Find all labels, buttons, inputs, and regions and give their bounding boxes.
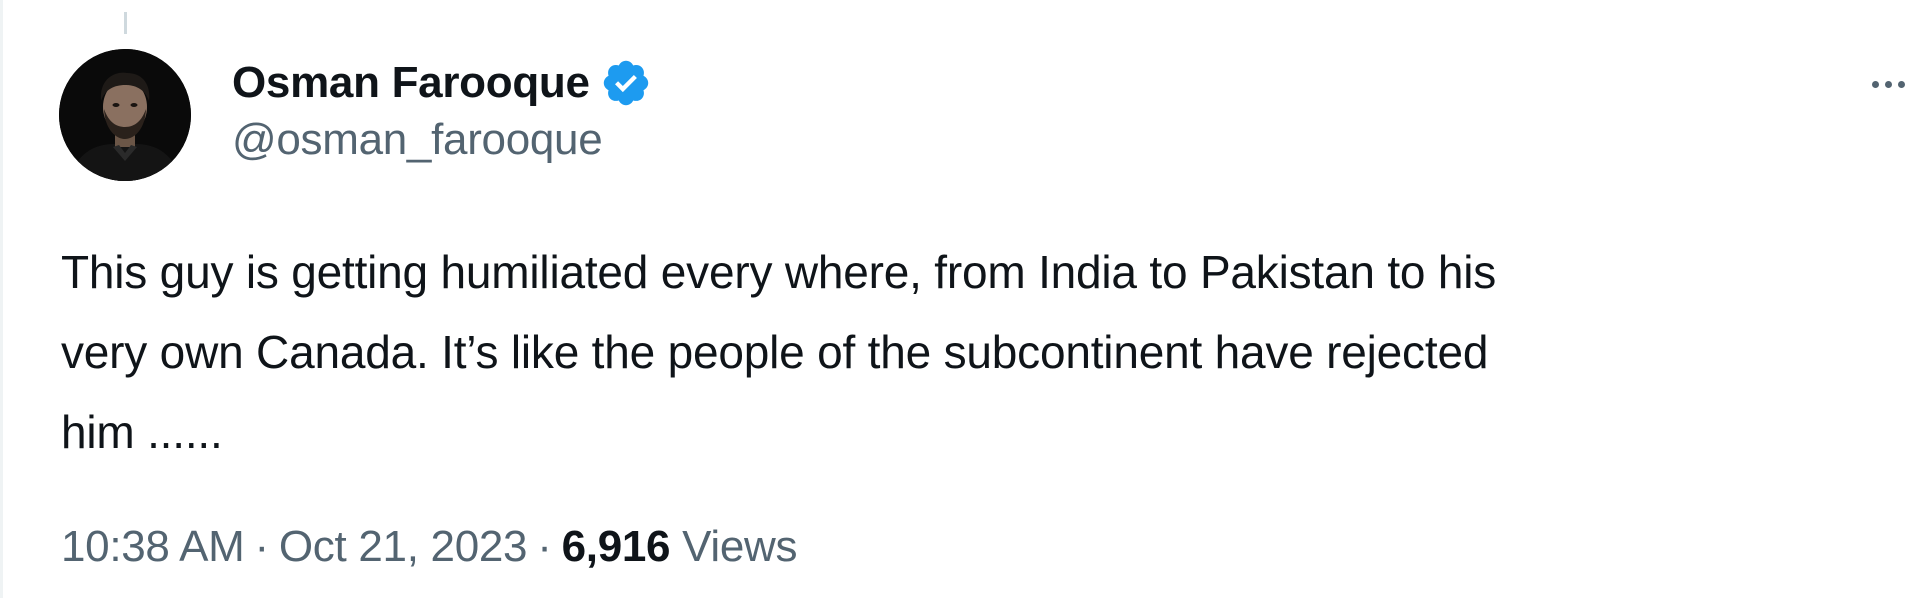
views-label: Views <box>682 522 798 571</box>
tweet-meta: 10:38 AM · Oct 21, 2023 · 6,916 Views <box>61 522 798 572</box>
views-count: 6,916 <box>561 522 671 571</box>
meta-separator: · <box>537 522 552 571</box>
user-handle[interactable]: @osman_farooque <box>232 115 652 165</box>
verified-badge-icon[interactable] <box>600 57 652 109</box>
display-name[interactable]: Osman Farooque <box>232 58 590 108</box>
meta-separator: · <box>254 522 270 571</box>
tweet-date: Oct 21, 2023 <box>278 522 528 571</box>
tweet-text: This guy is getting humiliated every whe… <box>61 232 1891 472</box>
thread-connector-line <box>124 12 127 34</box>
more-options-icon[interactable] <box>1872 64 1920 104</box>
tweet-header: Osman Farooque @osman_farooque <box>232 55 652 165</box>
more-dot <box>1898 80 1905 88</box>
avatar[interactable] <box>59 49 191 181</box>
more-dot <box>1885 80 1892 88</box>
tweet-timestamp-link[interactable]: 10:38 AM · Oct 21, 2023 <box>61 522 528 571</box>
tweet-text-line: him ...... <box>61 406 223 458</box>
more-dot <box>1872 80 1879 88</box>
tweet-card[interactable]: Osman Farooque @osman_farooque This guy … <box>0 0 1920 598</box>
tweet-text-line: This guy is getting humiliated every whe… <box>61 246 1497 298</box>
avatar-image <box>59 49 191 181</box>
tweet-time: 10:38 AM <box>61 522 245 571</box>
name-row: Osman Farooque <box>232 55 652 111</box>
tweet-text-line: very own Canada. It’s like the people of… <box>61 326 1489 378</box>
